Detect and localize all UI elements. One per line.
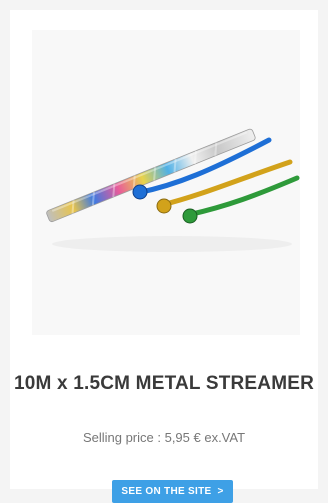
product-price: Selling price : 5,95 € ex.VAT [82, 430, 246, 445]
product-image[interactable] [32, 30, 300, 335]
chevron-right-icon: > [217, 486, 224, 497]
product-card: 10M x 1.5CM METAL STREAMER Selling price… [10, 10, 318, 503]
product-title: 10M x 1.5CM METAL STREAMER [13, 373, 315, 394]
see-on-site-button[interactable]: SEE ON THE SITE > [112, 480, 233, 503]
streamer-illustration [46, 128, 300, 252]
see-on-site-button-label: SEE ON THE SITE [121, 486, 212, 497]
